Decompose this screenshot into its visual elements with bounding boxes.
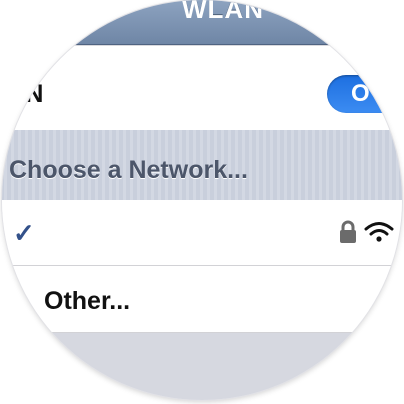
wifi-icon[interactable] (364, 220, 394, 244)
wlan-label: LAN (2, 80, 44, 108)
table-background (2, 333, 402, 400)
network-row[interactable]: ✓ (2, 200, 402, 266)
section-title: Choose a Network... (9, 156, 248, 184)
toggle-label: O (351, 80, 370, 107)
navigation-bar: WLAN (2, 0, 402, 45)
checkmark-icon: ✓ (13, 218, 35, 248)
magnifier-circle: WLAN LAN O Choose a Network... ✓ Other..… (2, 0, 402, 400)
lock-icon (340, 220, 356, 243)
section-header: Choose a Network... (2, 130, 402, 200)
other-label: Other... (44, 287, 131, 315)
nav-title: WLAN (182, 0, 264, 24)
other-network-row[interactable]: Other... (2, 266, 402, 333)
wlan-toggle-switch[interactable]: O (327, 75, 402, 113)
